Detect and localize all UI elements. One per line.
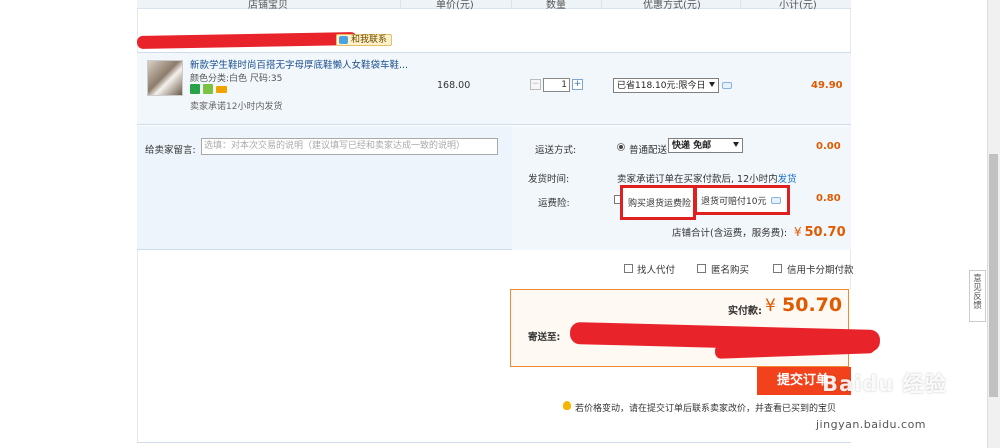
discount-info-icon[interactable]: [722, 82, 732, 89]
delivery-time-label: 发货时间:: [528, 174, 570, 185]
header-divider: [400, 0, 401, 9]
seller-message-input[interactable]: 选填：对本次交易的说明（建议填写已经和卖家达成一致的说明）: [201, 138, 498, 155]
feedback-tab[interactable]: 意见反馈: [969, 270, 986, 322]
shipping-selected: 快递 免邮: [672, 141, 712, 151]
installment-checkbox[interactable]: [773, 264, 782, 273]
standard-delivery-label: 普通配送: [629, 145, 668, 156]
header-divider: [511, 0, 512, 9]
delivery-link[interactable]: 发货: [778, 174, 797, 185]
payment-amount: 50.70: [782, 294, 843, 316]
contact-seller-button[interactable]: 和我联系: [336, 34, 393, 46]
product-title-link[interactable]: 新款学生鞋时尚百搭无字母厚底鞋懒人女鞋袋车鞋...: [190, 57, 408, 71]
guarantee-icon: [203, 84, 213, 94]
seven-day-return-icon: [190, 84, 200, 94]
shop-total-label: 店铺合计(含运费，服务费):: [672, 228, 788, 239]
delivery-time-text: 卖家承诺订单在买家付款后, 12小时内发货: [617, 171, 797, 185]
shop-total-amount: 50.70: [804, 225, 846, 240]
shipping-select[interactable]: 快递 免邮: [668, 138, 743, 153]
redacted-shop-name: [136, 32, 358, 49]
product-thumbnail[interactable]: [147, 60, 183, 96]
quantity-input[interactable]: 1: [543, 78, 570, 92]
chevron-down-icon: [733, 142, 739, 147]
discount-selected: 已省118.10元:限今日: [617, 81, 706, 91]
freight-insurance-option[interactable]: 购买退货运费险: [628, 196, 691, 209]
payout-info-icon[interactable]: [771, 197, 781, 204]
bottom-divider: [137, 442, 851, 443]
shop-total-currency: ¥: [794, 225, 802, 239]
watermark-brand: Baidu 经验: [822, 372, 947, 396]
shipping-method-label: 运送方式:: [535, 145, 577, 156]
standard-delivery-radio[interactable]: [617, 143, 625, 151]
shipping-fee: 0.00: [816, 141, 841, 152]
installment-label: 信用卡分期付款: [787, 265, 854, 276]
freight-insurance-label: 运费险:: [538, 198, 570, 209]
chevron-down-icon: [709, 82, 715, 87]
unit-price: 168.00: [437, 80, 471, 91]
anonymous-checkbox[interactable]: [697, 264, 706, 273]
actual-payment-label: 实付款:: [728, 306, 762, 317]
credit-card-icon: [216, 86, 227, 93]
chat-icon: [339, 36, 348, 44]
lightbulb-icon: [563, 401, 571, 410]
header-quantity: 数量: [546, 0, 566, 11]
seller-message-label: 给卖家留言:: [145, 145, 196, 156]
insurance-fee: 0.80: [816, 193, 841, 204]
delivery-promise: 卖家承诺12小时内发货: [190, 102, 283, 112]
quantity-decrease-button[interactable]: −: [530, 79, 541, 90]
discount-select[interactable]: 已省118.10元:限今日: [613, 78, 719, 93]
shop-total: 店铺合计(含运费，服务费): ¥ 50.70: [672, 225, 846, 240]
proxy-pay-checkbox[interactable]: [624, 264, 633, 273]
notice-text: 若价格变动，请在提交订单后联系卖家改价，并查看已买到的宝贝: [575, 404, 837, 414]
highlight-box-payout: 退货可赔付10元: [694, 185, 790, 215]
delivery-time-desc: 卖家承诺订单在买家付款后, 12小时内: [617, 174, 778, 185]
item-subtotal: 49.90: [811, 80, 843, 91]
quantity-increase-button[interactable]: +: [572, 79, 583, 90]
scrollbar-thumb[interactable]: [989, 154, 998, 397]
header-subtotal: 小计(元): [779, 0, 817, 11]
table-header: 店铺宝贝 单价(元) 数量 优惠方式(元) 小计(元): [137, 0, 851, 11]
watermark-url: jingyan.baidu.com: [816, 418, 927, 431]
anonymous-label: 匿名购买: [711, 265, 750, 276]
price-change-notice: 若价格变动，请在提交订单后联系卖家改价，并查看已买到的宝贝: [563, 401, 837, 414]
proxy-pay-label: 找人代付: [637, 265, 676, 276]
header-divider: [601, 0, 602, 9]
ship-to-label: 寄送至:: [528, 332, 561, 343]
product-attributes: 颜色分类:白色 尺码:35: [190, 74, 283, 84]
highlight-box-insurance: 购买退货运费险: [620, 185, 696, 220]
header-divider: [740, 0, 741, 9]
return-payout-text: 退货可赔付10元: [701, 197, 767, 207]
header-unit-price: 单价(元): [436, 0, 474, 11]
header-discount: 优惠方式(元): [643, 0, 701, 11]
header-shop-item: 店铺宝贝: [248, 0, 288, 11]
payment-currency: ¥: [765, 296, 776, 316]
contact-seller-label: 和我联系: [351, 35, 388, 45]
